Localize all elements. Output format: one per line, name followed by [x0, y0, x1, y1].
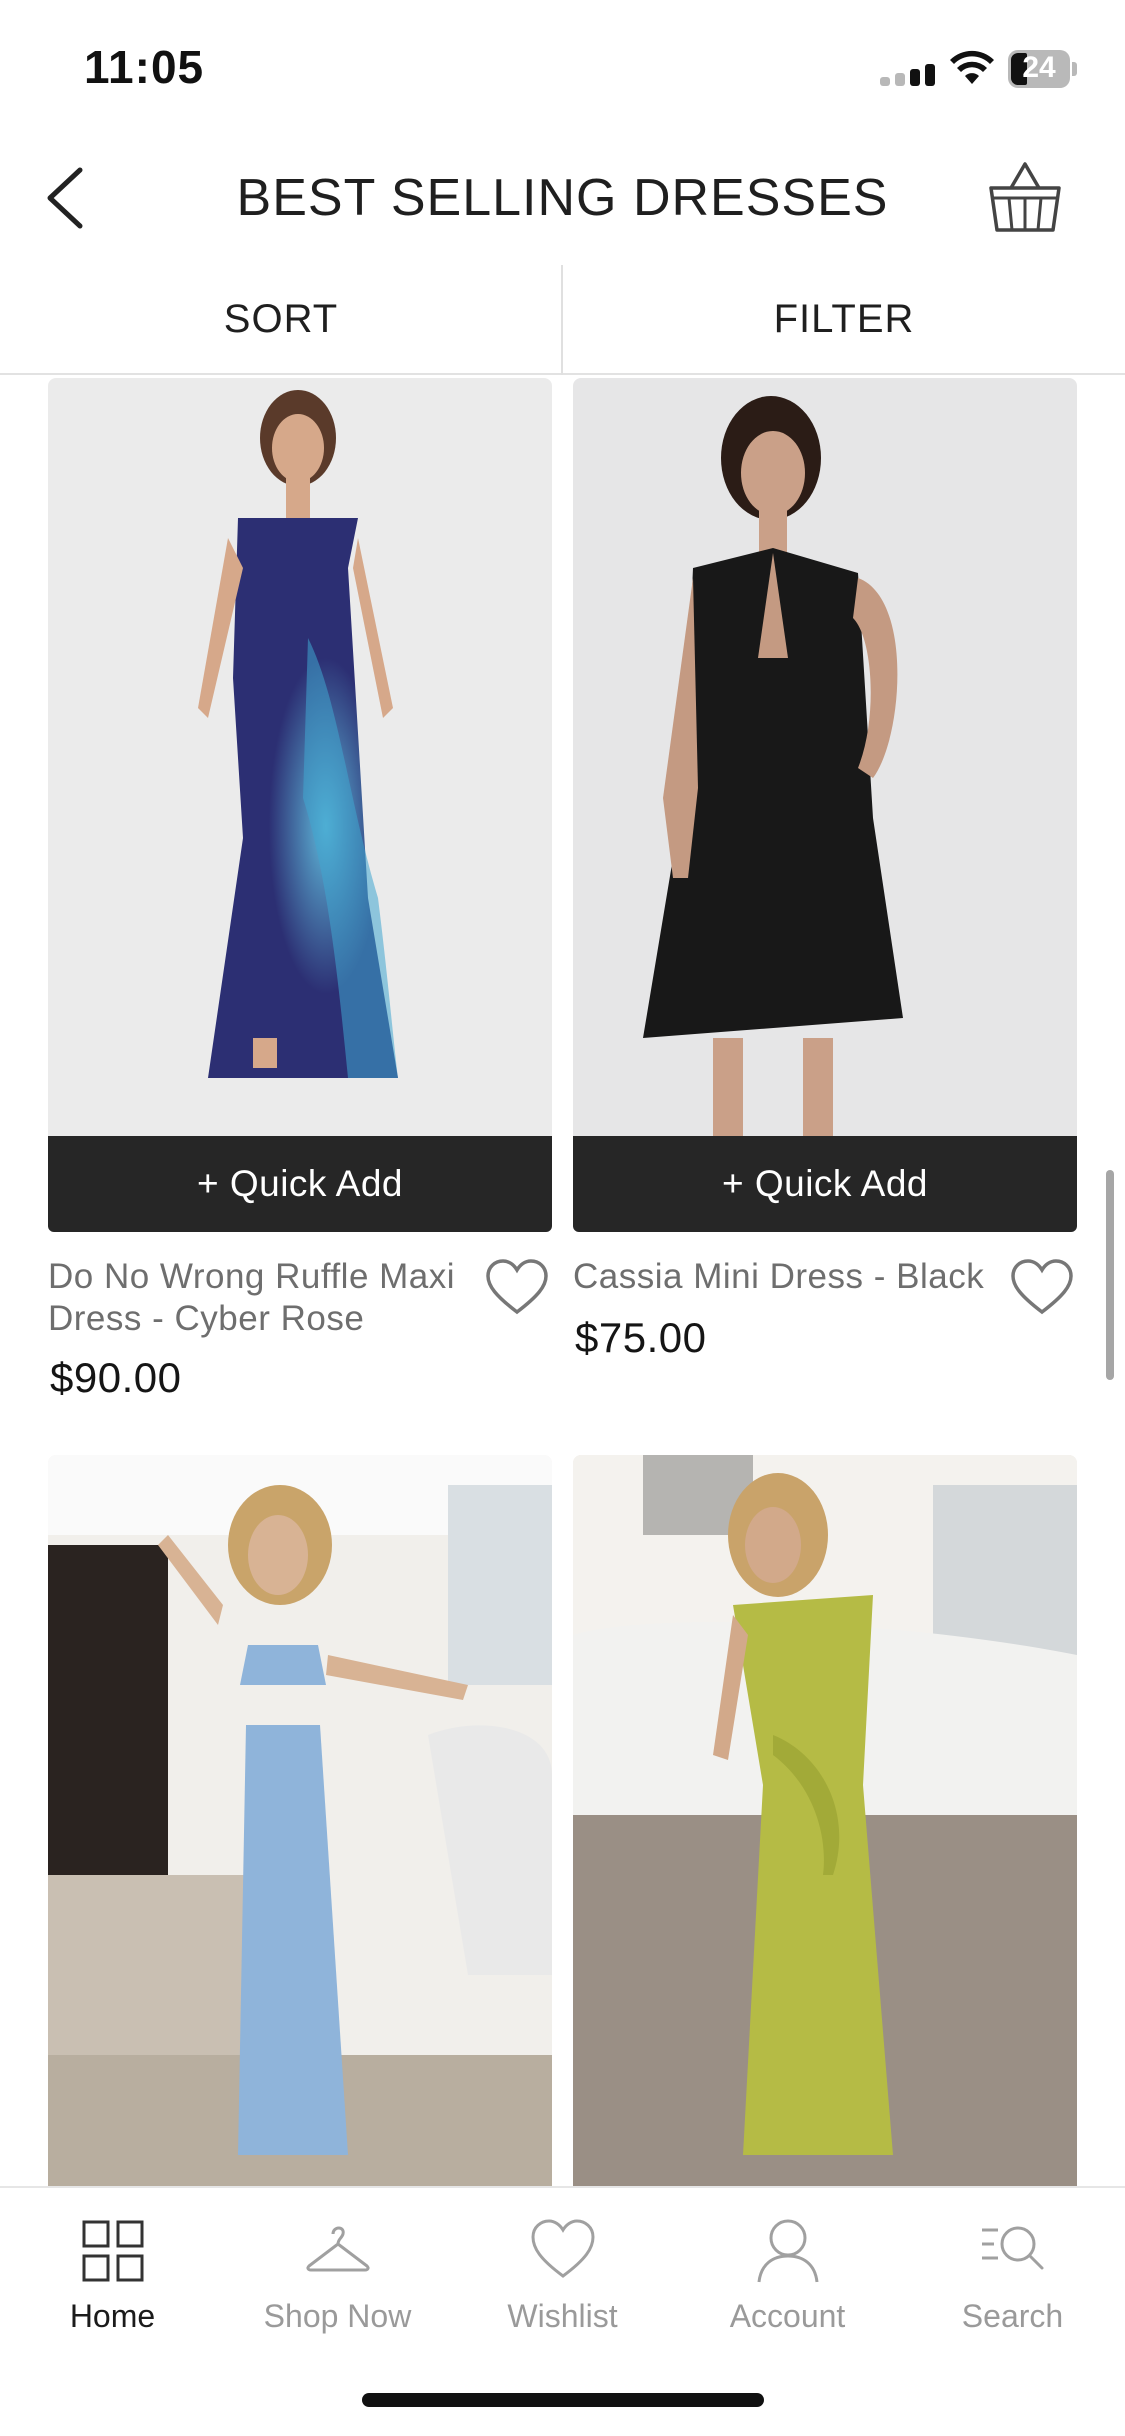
basket-icon[interactable] — [985, 158, 1065, 238]
tab-label: Account — [729, 2298, 846, 2334]
tab-search[interactable]: Search — [900, 2188, 1125, 2348]
product-card[interactable]: + Quick Add Cassia Mini Dress - Black $7… — [573, 378, 1077, 1408]
product-name: Do No Wrong Ruffle Maxi Dress - Cyber Ro… — [48, 1256, 488, 1340]
grid-icon — [82, 2220, 144, 2282]
hanger-icon — [306, 2226, 370, 2272]
header: BEST SELLING DRESSES — [0, 130, 1125, 265]
product-image[interactable] — [573, 378, 1077, 1136]
product-price: $90.00 — [50, 1354, 182, 1401]
tab-label: Wishlist — [507, 2298, 618, 2334]
product-image[interactable] — [48, 378, 552, 1136]
battery-icon: 24 — [1008, 50, 1077, 88]
tab-shop-now[interactable]: Shop Now — [225, 2188, 450, 2348]
page-title: BEST SELLING DRESSES — [236, 169, 889, 227]
product-image[interactable] — [48, 1455, 552, 2186]
tab-label: Search — [961, 2298, 1064, 2334]
product-name-line1: Do No Wrong Ruffle Maxi — [48, 1257, 456, 1296]
product-listing-screen: 11:05 24 BEST SELLING DRESSES SORT FILTE… — [0, 0, 1125, 2436]
scrollbar[interactable] — [1106, 1170, 1114, 1380]
product-card[interactable] — [573, 1455, 1077, 2186]
filter-button[interactable]: FILTER — [563, 265, 1125, 373]
wishlist-heart-icon[interactable] — [484, 1258, 550, 1318]
product-image[interactable] — [573, 1455, 1077, 2186]
product-name-line1: Cassia Mini Dress - Black — [573, 1257, 985, 1296]
status-time: 11:05 — [84, 41, 205, 93]
product-card[interactable] — [48, 1455, 552, 2186]
product-price: $75.00 — [575, 1314, 707, 1361]
home-indicator — [362, 2393, 764, 2407]
tab-label: Home — [69, 2298, 156, 2334]
sort-filter-bar: SORT FILTER — [0, 265, 1125, 375]
tab-label: Shop Now — [263, 2298, 412, 2334]
wifi-icon — [950, 50, 994, 84]
heart-icon — [531, 2219, 595, 2278]
battery-level: 24 — [1022, 51, 1056, 84]
quick-add-button[interactable]: + Quick Add — [573, 1136, 1077, 1232]
status-bar: 11:05 24 — [0, 0, 1125, 130]
search-icon — [982, 2226, 1044, 2270]
sort-button[interactable]: SORT — [0, 265, 562, 373]
product-card[interactable]: + Quick Add Do No Wrong Ruffle Maxi Dres… — [48, 378, 552, 1408]
wishlist-heart-icon[interactable] — [1009, 1258, 1075, 1318]
tab-wishlist[interactable]: Wishlist — [450, 2188, 675, 2348]
product-name-line2: Dress - Cyber Rose — [48, 1299, 365, 1338]
quick-add-button[interactable]: + Quick Add — [48, 1136, 552, 1232]
person-icon — [757, 2219, 819, 2283]
tab-account[interactable]: Account — [675, 2188, 900, 2348]
product-name: Cassia Mini Dress - Black — [573, 1256, 1013, 1298]
cellular-signal-icon — [880, 62, 936, 86]
tab-home[interactable]: Home — [0, 2188, 225, 2348]
